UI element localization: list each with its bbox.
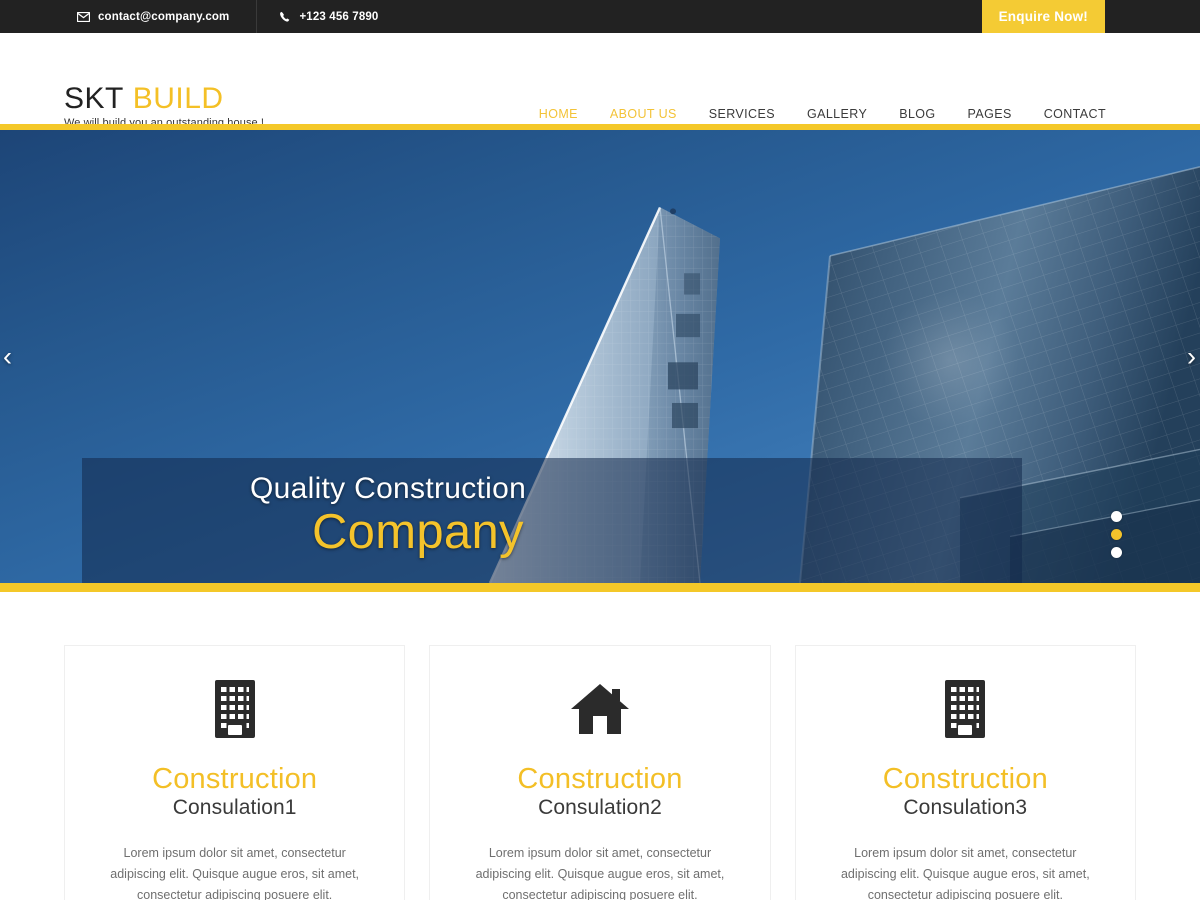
top-utility-bar: contact@company.com +123 456 7890 Enquir…	[0, 0, 1200, 33]
slider-dot-2[interactable]	[1111, 529, 1122, 540]
service-subtitle-3: Consulation3	[903, 796, 1028, 819]
contact-phone[interactable]: +123 456 7890	[256, 0, 400, 33]
service-box-2[interactable]: Construction Consulation2 Lorem ipsum do…	[429, 645, 771, 900]
service-box-1[interactable]: Construction Consulation1 Lorem ipsum do…	[64, 645, 406, 900]
home-icon	[460, 680, 739, 738]
nav-item-contact[interactable]: CONTACT	[1028, 107, 1122, 121]
site-header: SKT BUILD We will build you an outstandi…	[0, 33, 1200, 129]
slider-dot-1[interactable]	[1111, 511, 1122, 522]
main-navigation: HOME ABOUT US SERVICES GALLERY BLOG PAGE…	[523, 107, 1122, 121]
office-building-icon	[95, 680, 374, 738]
nav-item-services[interactable]: SERVICES	[693, 107, 791, 121]
service-subtitle-2: Consulation2	[538, 796, 662, 819]
logo-title: SKT BUILD	[64, 83, 264, 115]
slider-pagination	[1111, 511, 1122, 558]
envelope-icon	[77, 11, 90, 22]
contact-phone-text: +123 456 7890	[299, 10, 379, 23]
nav-item-about-us[interactable]: ABOUT US	[594, 107, 693, 121]
contact-email-text: contact@company.com	[98, 10, 230, 23]
nav-item-pages[interactable]: PAGES	[952, 107, 1028, 121]
service-subtitle-1: Consulation1	[172, 796, 297, 819]
service-title-3: Construction	[882, 763, 1048, 795]
service-text-2: Lorem ipsum dolor sit amet, consectetur …	[475, 846, 725, 900]
slider-next-arrow-icon[interactable]: ›	[1187, 343, 1196, 370]
nav-item-gallery[interactable]: GALLERY	[791, 107, 883, 121]
enquire-now-button[interactable]: Enquire Now!	[981, 0, 1105, 33]
logo-text-primary: SKT	[64, 82, 124, 115]
slider-prev-arrow-icon[interactable]: ‹	[3, 343, 12, 370]
hero-slider: Quality Construction Company ‹ ›	[0, 124, 1200, 592]
service-text-3: Lorem ipsum dolor sit amet, consectetur …	[840, 846, 1090, 900]
contact-email[interactable]: contact@company.com	[55, 0, 251, 33]
service-title-2: Construction	[517, 763, 683, 795]
phone-icon	[279, 11, 291, 23]
service-title-1: Construction	[152, 763, 318, 795]
service-text-1: Lorem ipsum dolor sit amet, consectetur …	[110, 846, 360, 900]
office-building-icon	[826, 680, 1105, 738]
logo-text-accent: BUILD	[132, 82, 224, 115]
hero-caption-line1: Quality Construction	[250, 472, 527, 505]
hero-caption-box: Quality Construction Company	[82, 458, 1022, 583]
nav-item-home[interactable]: HOME	[523, 107, 594, 121]
site-logo[interactable]: SKT BUILD We will build you an outstandi…	[64, 83, 264, 130]
slider-dot-3[interactable]	[1111, 547, 1122, 558]
nav-item-blog[interactable]: BLOG	[883, 107, 951, 121]
service-box-3[interactable]: Construction Consulation3 Lorem ipsum do…	[794, 645, 1136, 900]
services-section: Construction Consulation1 Lorem ipsum do…	[0, 592, 1200, 900]
hero-caption-line2: Company	[312, 505, 524, 559]
